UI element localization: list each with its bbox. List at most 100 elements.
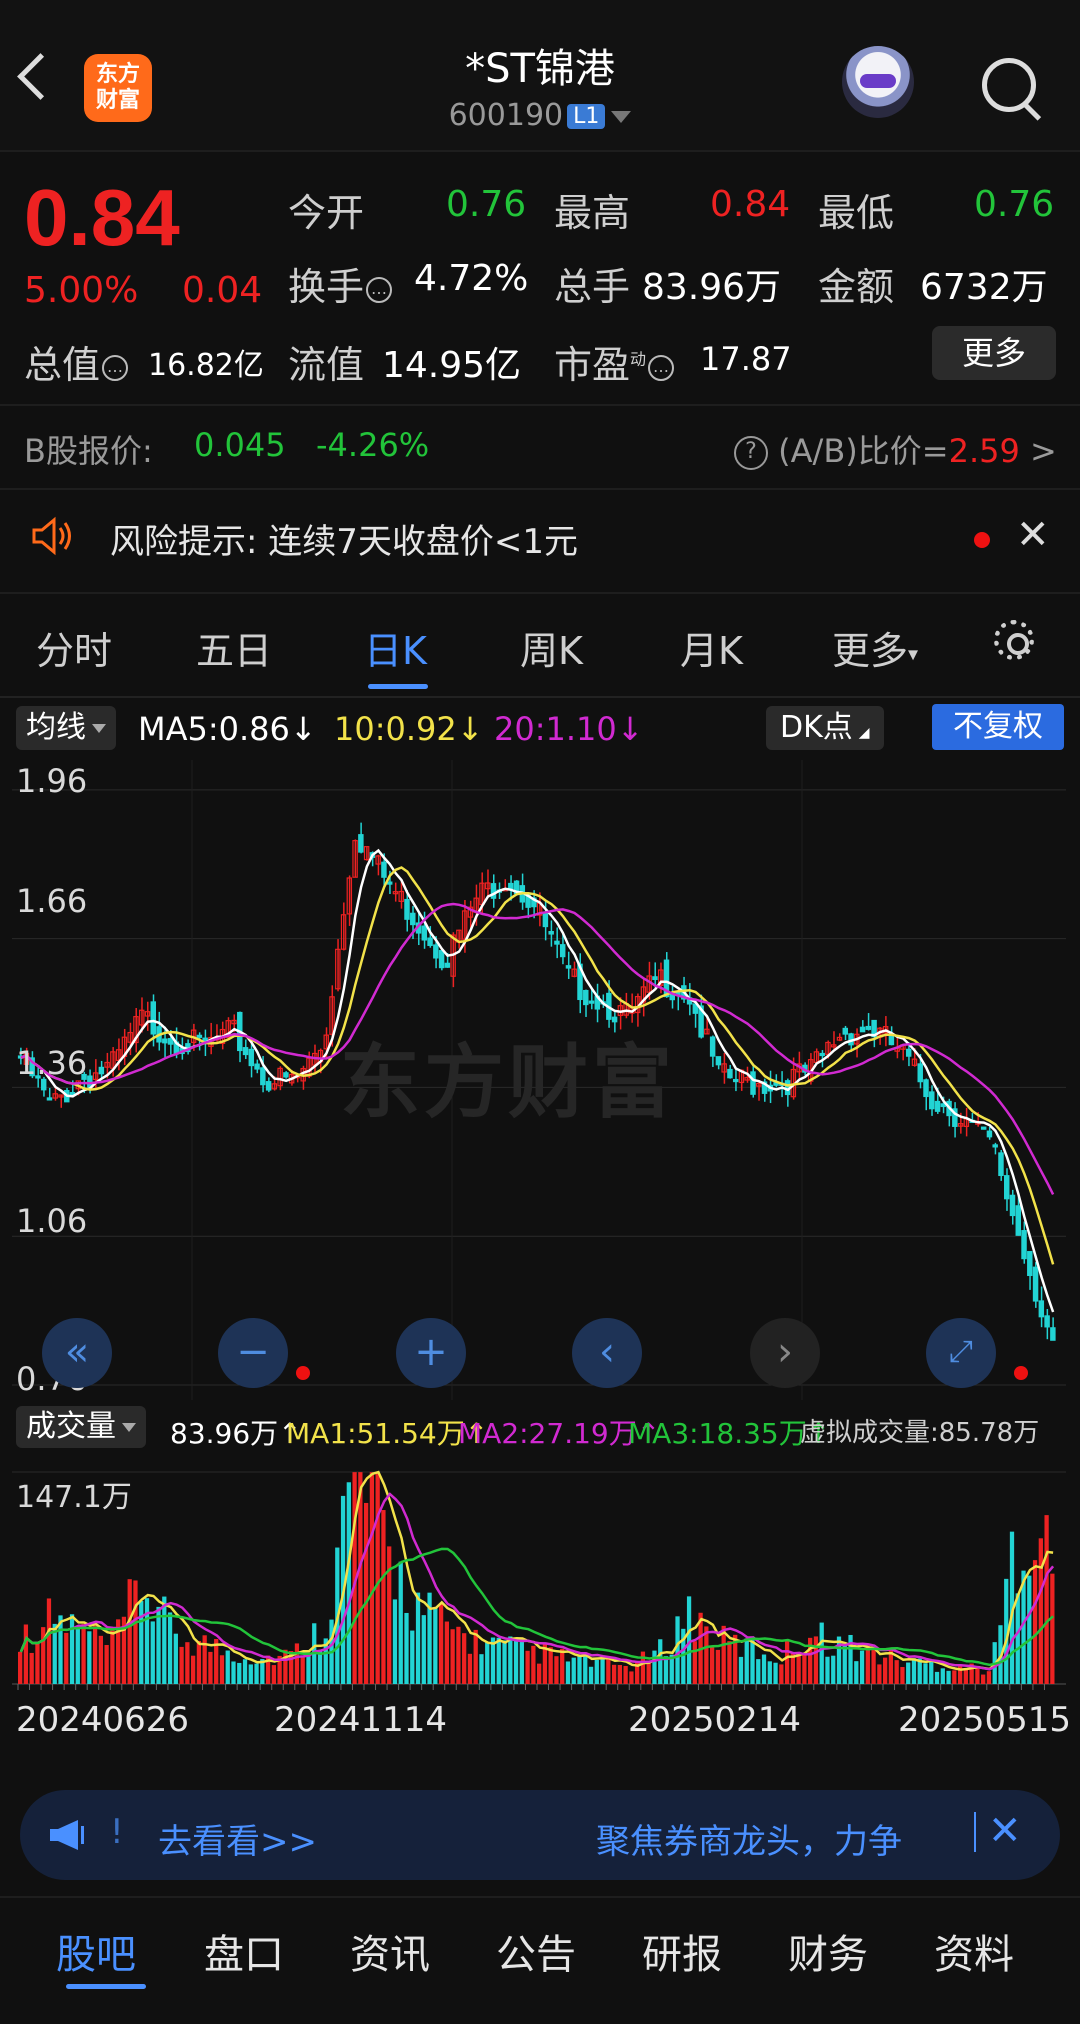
adjust-toggle-button[interactable]: 不复权 — [932, 704, 1064, 750]
banner-link[interactable]: 去看看>> — [158, 1814, 317, 1863]
volume-bar — [23, 1624, 29, 1684]
caret-down-icon: ▾ — [908, 641, 919, 666]
volume-bar — [652, 1650, 657, 1684]
volume-bar — [825, 1656, 830, 1684]
candle-body — [1021, 1230, 1027, 1260]
zoom-out-button[interactable]: − — [218, 1318, 288, 1388]
volume-bar — [485, 1642, 490, 1684]
turnover-label-text: 换手 — [288, 265, 365, 309]
volume-bar — [577, 1655, 582, 1684]
robot-assistant-icon[interactable] — [842, 46, 914, 118]
volume-bar — [715, 1649, 721, 1684]
volume-chart[interactable] — [12, 1458, 1066, 1692]
scroll-left-fast-button[interactable]: « — [42, 1318, 112, 1388]
search-icon[interactable] — [982, 58, 1036, 112]
tab-monthly-k[interactable]: 月K — [680, 620, 743, 675]
volume-bar — [767, 1661, 772, 1684]
risk-warning[interactable]: 风险提示: 连续7天收盘价<1元 — [110, 514, 578, 563]
volume-bar — [144, 1598, 150, 1684]
volume-bar — [756, 1659, 761, 1684]
more-button[interactable]: 更多 — [932, 326, 1056, 380]
bshare-change: -4.26% — [316, 426, 430, 464]
volume-bar — [738, 1656, 744, 1684]
volume-bar — [444, 1621, 449, 1684]
candle-body — [554, 940, 560, 945]
tab-daily-k[interactable]: 日K — [364, 620, 427, 675]
volume-bar — [883, 1657, 888, 1684]
fullscreen-icon[interactable]: ⤢ — [926, 1318, 996, 1388]
tab-more[interactable]: 更多▾ — [832, 620, 918, 675]
active-tab-indicator — [368, 684, 428, 689]
float-label: 流值 — [288, 343, 365, 387]
volume-bar — [629, 1671, 634, 1684]
ma-selector[interactable]: 均线 — [16, 706, 116, 750]
volume-bar — [906, 1662, 911, 1684]
info-icon[interactable]: … — [366, 276, 393, 303]
candle-body — [732, 1078, 739, 1083]
volume-selector[interactable]: 成交量 — [16, 1406, 146, 1448]
low-value: 0.76 — [974, 184, 1055, 225]
volume-bar — [364, 1502, 369, 1684]
notification-dot — [296, 1366, 310, 1380]
volume-bar — [231, 1661, 236, 1684]
exclamation-icon: ! — [110, 1812, 124, 1852]
volume-bar — [513, 1639, 519, 1684]
tab-pankou[interactable]: 盘口 — [204, 1922, 284, 1980]
tab-guba[interactable]: 股吧 — [56, 1922, 136, 1980]
change-percent: 5.00% — [24, 270, 139, 311]
candle-body — [727, 1068, 733, 1079]
volume-bar — [248, 1664, 253, 1684]
ab-ratio[interactable]: ? (A/B)比价=2.59 > — [732, 426, 1057, 472]
candle-body — [162, 1038, 168, 1044]
tab-news[interactable]: 资讯 — [350, 1922, 430, 1980]
candle-body — [242, 1047, 249, 1056]
close-icon[interactable]: ✕ — [1016, 512, 1050, 558]
volume-bar — [98, 1635, 103, 1684]
scroll-left-button[interactable]: ‹ — [572, 1318, 642, 1388]
bshare-label: B股报价: — [24, 432, 153, 470]
volume-bar — [462, 1633, 467, 1684]
volume-bar — [404, 1612, 409, 1684]
volume-bar — [392, 1599, 398, 1684]
dk-point-selector[interactable]: DK点 ◢ — [766, 706, 884, 750]
volume-bar — [185, 1642, 190, 1684]
candle-body — [404, 898, 410, 920]
tab-weekly-k[interactable]: 周K — [520, 620, 583, 675]
banner-scroll-text[interactable]: 聚焦券商龙头，力争 — [596, 1814, 978, 1863]
tab-announcements[interactable]: 公告 — [496, 1922, 576, 1980]
candle-body — [381, 861, 387, 878]
close-icon[interactable]: ✕ — [988, 1808, 1022, 1854]
volume-bar — [952, 1670, 957, 1684]
scroll-right-button[interactable]: › — [750, 1318, 820, 1388]
volume-bar — [790, 1653, 795, 1684]
volume-bar — [139, 1601, 144, 1684]
volume-bar — [133, 1580, 138, 1684]
volume-bar — [306, 1655, 311, 1684]
tab-financials[interactable]: 财务 — [788, 1922, 868, 1980]
chevron-down-icon — [92, 724, 106, 733]
tab-intraday[interactable]: 分时 — [36, 620, 112, 675]
open-value: 0.76 — [446, 184, 527, 225]
tab-profile[interactable]: 资料 — [934, 1922, 1014, 1980]
volume-bar — [35, 1642, 40, 1684]
ma5-value: MA5:0.86↓ — [138, 710, 317, 748]
info-icon[interactable]: … — [102, 354, 129, 381]
zoom-in-button[interactable]: + — [396, 1318, 466, 1388]
candle-body — [934, 1100, 941, 1112]
mktcap-label-text: 总值 — [24, 343, 101, 387]
volume-bar — [623, 1666, 628, 1684]
y-tick-label: 1.06 — [16, 1202, 88, 1240]
tab-five-day[interactable]: 五日 — [196, 620, 272, 675]
candle-body — [992, 1144, 998, 1148]
volume-bar — [784, 1640, 790, 1684]
candle-body — [1003, 1175, 1010, 1200]
candle-body — [433, 944, 439, 959]
divider — [0, 404, 1080, 406]
volume-bar — [854, 1661, 859, 1684]
info-icon[interactable]: … — [648, 354, 675, 381]
volume-bar — [456, 1626, 461, 1684]
stock-code-row[interactable]: 600190 L1 — [0, 98, 1080, 133]
tab-research[interactable]: 研报 — [642, 1922, 722, 1980]
ma10-value: 10:0.92↓ — [334, 710, 484, 748]
settings-gear-icon[interactable] — [994, 620, 1034, 660]
